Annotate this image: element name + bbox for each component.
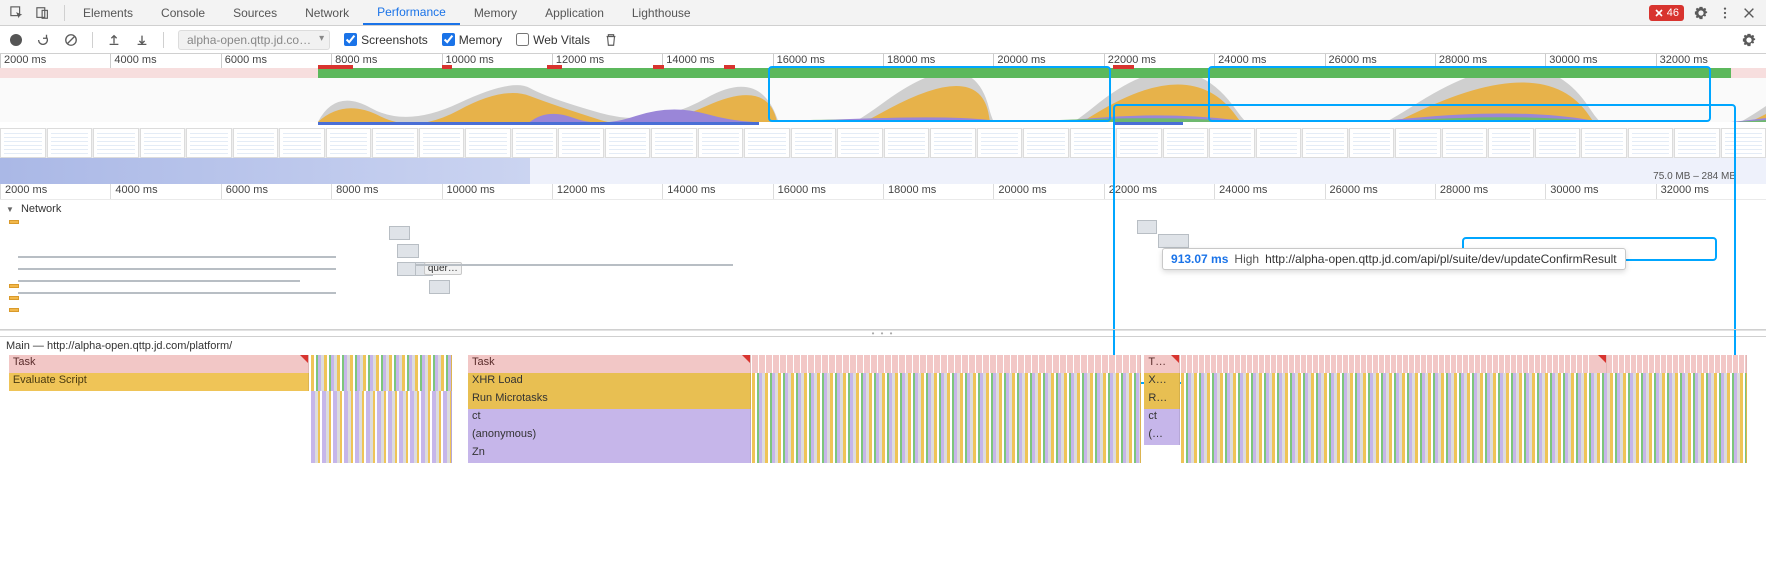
fps-bar [318, 68, 1731, 78]
detail-ruler: 2000 ms4000 ms 6000 ms8000 ms 10000 ms12… [0, 184, 1766, 200]
task-bar[interactable]: Task [468, 355, 751, 373]
device-toggle-icon[interactable] [36, 6, 50, 20]
page-dropdown-label: alpha-open.qttp.jd.co… [187, 33, 311, 47]
tab-memory[interactable]: Memory [460, 0, 531, 25]
tab-lighthouse[interactable]: Lighthouse [618, 0, 705, 25]
reload-icon[interactable] [36, 33, 50, 47]
cpu-lane [0, 78, 1766, 122]
upload-icon[interactable] [107, 33, 121, 47]
fps-longtask [318, 65, 353, 69]
gear-icon[interactable] [1694, 6, 1708, 20]
overview-timeline[interactable]: 2000 ms4000 ms 6000 ms8000 ms 10000 ms12… [0, 54, 1766, 184]
overview-ruler: 2000 ms4000 ms 6000 ms8000 ms 10000 ms12… [0, 54, 1766, 68]
net-request[interactable] [389, 226, 410, 240]
memory-check-input[interactable] [442, 33, 455, 46]
error-badge[interactable]: 46 [1649, 5, 1684, 21]
fps-longtask [442, 65, 453, 69]
net-request[interactable] [1137, 220, 1156, 234]
page-dropdown[interactable]: alpha-open.qttp.jd.co… [178, 30, 330, 50]
webvitals-check-input[interactable] [516, 33, 529, 46]
webvitals-checkbox[interactable]: Web Vitals [516, 33, 590, 47]
clear-icon[interactable] [64, 33, 78, 47]
net-request[interactable] [1158, 234, 1188, 248]
net-request[interactable] [9, 220, 20, 224]
anon-bar[interactable]: (… [1144, 427, 1179, 445]
xhr-load-bar[interactable]: XHR Load [468, 373, 751, 391]
fps-longtask [724, 65, 735, 69]
tab-sources[interactable]: Sources [219, 0, 291, 25]
net-request[interactable] [18, 256, 336, 258]
tooltip-time: 913.07 ms [1171, 252, 1228, 266]
tab-console[interactable]: Console [147, 0, 219, 25]
net-request[interactable] [9, 284, 20, 288]
tab-elements[interactable]: Elements [69, 0, 147, 25]
microtask-bar[interactable]: Run Microtasks [468, 391, 751, 409]
error-count: 46 [1667, 7, 1679, 19]
flame-stripes[interactable] [1181, 373, 1746, 463]
tab-application[interactable]: Application [531, 0, 618, 25]
ct-bar[interactable]: ct [468, 409, 751, 427]
ct-bar[interactable]: ct [1144, 409, 1179, 427]
network-canvas: quer… 913.07 ms High http://alpha-open.q… [0, 220, 1766, 329]
net-request[interactable] [415, 264, 733, 266]
fps-longtask [653, 65, 664, 69]
microtask-bar[interactable]: R… [1144, 391, 1179, 409]
close-icon[interactable] [1742, 6, 1756, 20]
flame-stripes[interactable] [311, 391, 452, 463]
fps-longtask [547, 65, 561, 69]
pane-splitter[interactable]: • • • [0, 330, 1766, 337]
divider [92, 32, 93, 48]
fps-longtask [1113, 65, 1134, 69]
net-request[interactable] [397, 244, 418, 258]
panel-gear-icon[interactable] [1742, 33, 1756, 47]
divider [163, 32, 164, 48]
task-bar[interactable] [1589, 355, 1607, 373]
task-bar[interactable]: Task [9, 355, 309, 373]
main-thread-pane[interactable]: Main — http://alpha-open.qttp.jd.com/pla… [0, 337, 1766, 475]
devtools-tabbar: Elements Console Sources Network Perform… [0, 0, 1766, 26]
network-tooltip: 913.07 ms High http://alpha-open.qttp.jd… [1162, 248, 1626, 270]
kebab-icon[interactable] [1718, 6, 1732, 20]
tab-performance[interactable]: Performance [363, 0, 460, 25]
net-request[interactable] [18, 268, 336, 270]
flame-stripes[interactable] [752, 355, 1141, 373]
tooltip-priority: High [1234, 252, 1259, 266]
screenshots-checkbox[interactable]: Screenshots [344, 33, 428, 47]
download-icon[interactable] [135, 33, 149, 47]
inspect-icon[interactable] [10, 6, 24, 20]
main-header[interactable]: Main — http://alpha-open.qttp.jd.com/pla… [0, 337, 1766, 355]
heap-range-label: 75.0 MB – 284 MB [1653, 171, 1736, 182]
flame-stripes[interactable] [752, 373, 1141, 463]
net-request[interactable] [18, 292, 336, 294]
tab-network[interactable]: Network [291, 0, 363, 25]
anon-bar[interactable]: (anonymous) [468, 427, 751, 445]
flame-chart[interactable]: Task Evaluate Script Task XHR Load Run M… [0, 355, 1766, 475]
net-request[interactable] [429, 280, 450, 294]
net-request[interactable] [9, 308, 20, 312]
net-segment [1113, 122, 1184, 125]
network-header[interactable]: Network [0, 200, 1766, 218]
perf-toolbar: alpha-open.qttp.jd.co… Screenshots Memor… [0, 26, 1766, 54]
net-segment [318, 122, 760, 125]
heap-lane [0, 158, 1766, 184]
divider [64, 5, 65, 21]
screenshots-check-input[interactable] [344, 33, 357, 46]
xhr-load-bar[interactable]: X… [1144, 373, 1179, 391]
screenshot-strip [0, 128, 1766, 158]
task-bar[interactable]: T… [1144, 355, 1179, 373]
record-button[interactable] [10, 34, 22, 46]
net-request[interactable] [9, 296, 20, 300]
zn-bar[interactable]: Zn [468, 445, 751, 463]
flame-stripes[interactable] [1181, 355, 1746, 373]
trash-icon[interactable] [604, 33, 618, 47]
tooltip-url: http://alpha-open.qttp.jd.com/api/pl/sui… [1265, 252, 1617, 266]
memory-checkbox[interactable]: Memory [442, 33, 502, 47]
net-request[interactable] [18, 280, 301, 282]
network-pane[interactable]: Network quer… 913.07 ms High http://a [0, 200, 1766, 330]
eval-script-bar[interactable]: Evaluate Script [9, 373, 309, 391]
